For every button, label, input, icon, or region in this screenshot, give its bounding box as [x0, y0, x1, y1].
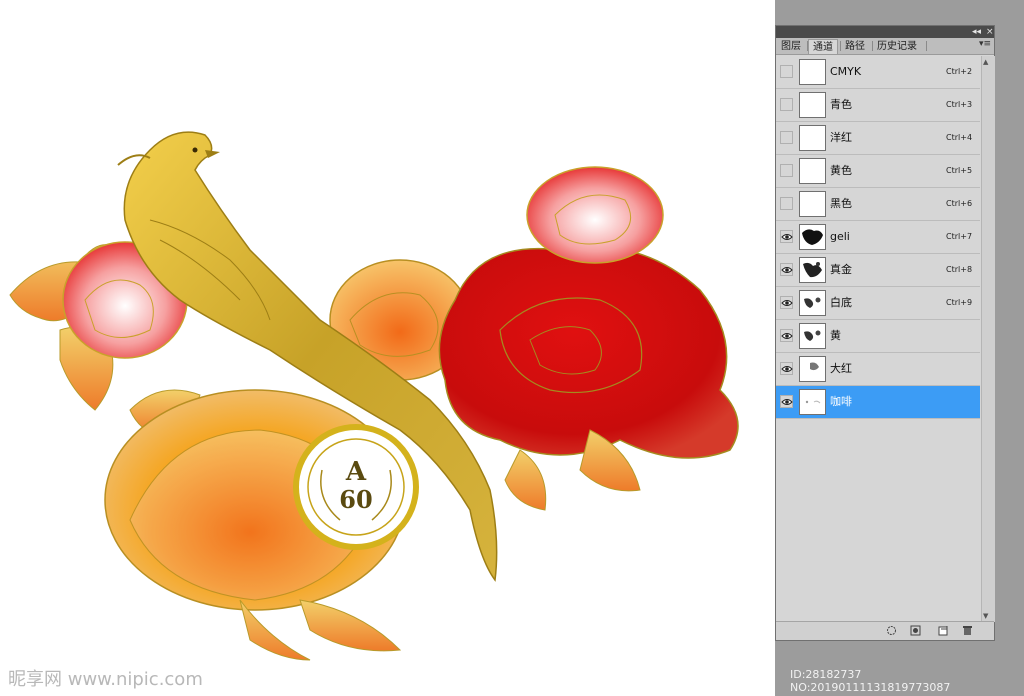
channel-thumbnail [799, 158, 826, 184]
tab-layers[interactable]: 图层 [777, 39, 805, 54]
channel-name: geli [830, 230, 850, 243]
channel-row[interactable]: 真金 Ctrl+8 [776, 254, 980, 287]
load-selection-icon[interactable] [886, 625, 897, 636]
scroll-up-icon[interactable]: ▲ [983, 58, 988, 66]
panel-bottom-toolbar [776, 621, 994, 640]
channel-name: 黑色 [830, 197, 852, 210]
document-canvas[interactable]: A 60 [0, 0, 775, 696]
channel-shortcut: Ctrl+3 [946, 100, 973, 109]
visibility-toggle[interactable] [780, 65, 793, 78]
channel-thumbnail [799, 389, 826, 415]
delete-channel-icon[interactable] [962, 625, 973, 636]
channel-thumbnail [799, 191, 826, 217]
channel-name: 黄 [830, 329, 841, 342]
visibility-toggle[interactable] [780, 98, 793, 111]
channel-thumbnail [799, 257, 826, 283]
eye-icon[interactable] [780, 230, 793, 243]
channel-shortcut: Ctrl+8 [946, 265, 973, 274]
channel-row[interactable]: 黄 [776, 320, 980, 353]
channel-thumbnail [799, 356, 826, 382]
artwork-badge: A 60 [293, 424, 419, 550]
channel-row[interactable]: 咖啡 [776, 386, 980, 419]
artwork-illustration: A 60 [9, 131, 739, 661]
visibility-toggle[interactable] [780, 131, 793, 144]
channel-shortcut: Ctrl+7 [946, 232, 973, 241]
tab-paths[interactable]: 路径 [841, 39, 869, 54]
eye-icon[interactable] [780, 329, 793, 342]
channel-shortcut: Ctrl+9 [946, 298, 973, 307]
channel-name: CMYK [830, 65, 862, 78]
visibility-toggle[interactable] [780, 164, 793, 177]
channel-row[interactable]: 黄色 Ctrl+5 [776, 155, 980, 188]
channel-name: 洋红 [830, 131, 852, 144]
channel-name: 大红 [830, 362, 852, 375]
eye-icon[interactable] [780, 263, 793, 276]
channel-thumbnail [799, 125, 826, 151]
channel-shortcut: Ctrl+5 [946, 166, 973, 175]
watermark-left: 昵享网 www.nipic.com [8, 669, 203, 690]
eye-icon[interactable] [780, 296, 793, 309]
channel-thumbnail [799, 290, 826, 316]
scroll-down-icon[interactable]: ▼ [983, 612, 988, 620]
channels-panel: ◂◂ × 图层 通道 路径 历史记录 ▾≡ CMYK Ctrl+2 青色 Ctrl+3… [775, 25, 995, 641]
close-icon[interactable]: × [986, 26, 994, 38]
channel-shortcut: Ctrl+6 [946, 199, 973, 208]
badge-number: 60 [339, 485, 372, 514]
channel-row[interactable]: 青色 Ctrl+3 [776, 89, 980, 122]
panel-tabs: 图层 通道 路径 历史记录 ▾≡ [776, 38, 994, 55]
tab-channels[interactable]: 通道 [808, 39, 838, 54]
panel-titlebar[interactable]: ◂◂ × [776, 26, 994, 38]
channel-name: 青色 [830, 98, 852, 111]
channel-row[interactable]: 白底 Ctrl+9 [776, 287, 980, 320]
channel-row[interactable]: 大红 [776, 353, 980, 386]
channel-row[interactable]: 黑色 Ctrl+6 [776, 188, 980, 221]
panel-menu-icon[interactable]: ▾≡ [979, 39, 991, 49]
channel-thumbnail [799, 92, 826, 118]
channel-thumbnail [799, 224, 826, 250]
visibility-toggle[interactable] [780, 197, 793, 210]
collapse-icon[interactable]: ◂◂ [972, 26, 981, 38]
eye-icon[interactable] [780, 362, 793, 375]
channel-row[interactable]: geli Ctrl+7 [776, 221, 980, 254]
tab-history[interactable]: 历史记录 [873, 39, 921, 54]
new-channel-icon[interactable] [938, 625, 949, 636]
channel-shortcut: Ctrl+2 [946, 67, 973, 76]
channel-name: 咖啡 [830, 395, 852, 408]
watermark-right: ID:28182737 NO:20190111131819773087 [790, 668, 951, 694]
channel-thumbnail [799, 323, 826, 349]
panel-scrollbar[interactable]: ▲ ▼ [981, 56, 995, 622]
channel-name: 真金 [830, 263, 852, 276]
channel-list: CMYK Ctrl+2 青色 Ctrl+3 洋红 Ctrl+4 黄色 Ctrl+5 黑色 Ctrl… [776, 56, 980, 419]
channel-thumbnail [799, 59, 826, 85]
channel-shortcut: Ctrl+4 [946, 133, 973, 142]
eye-icon[interactable] [780, 395, 793, 408]
badge-letter: A [345, 457, 367, 487]
tab-divider [926, 41, 927, 51]
channel-name: 白底 [830, 296, 852, 309]
save-selection-icon[interactable] [910, 625, 921, 636]
channel-name: 黄色 [830, 164, 852, 177]
channel-row[interactable]: CMYK Ctrl+2 [776, 56, 980, 89]
channel-row[interactable]: 洋红 Ctrl+4 [776, 122, 980, 155]
